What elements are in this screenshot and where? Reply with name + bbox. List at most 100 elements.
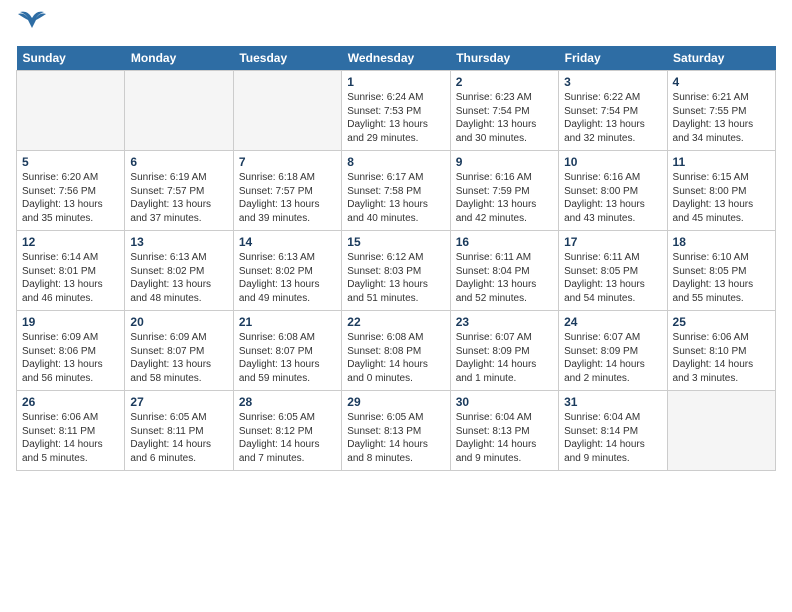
day-number: 8 <box>347 155 444 169</box>
day-info: Sunrise: 6:11 AM Sunset: 8:04 PM Dayligh… <box>456 251 553 305</box>
week-row-5: 26 Sunrise: 6:06 AM Sunset: 8:11 PM Dayli… <box>17 391 776 471</box>
day-info: Sunrise: 6:05 AM Sunset: 8:11 PM Dayligh… <box>130 411 227 465</box>
calendar-cell: 3Sunrise: 6:22 AM Sunset: 7:54 PM Daylig… <box>559 71 667 151</box>
week-row-4: 19 Sunrise: 6:09 AM Sunset: 8:06 PM Dayli… <box>17 311 776 391</box>
day-info: Sunrise: 6:15 AM Sunset: 8:00 PM Dayligh… <box>673 171 770 225</box>
calendar-cell: 26 Sunrise: 6:06 AM Sunset: 8:11 PM Dayli… <box>17 391 125 471</box>
day-number: 1 <box>347 75 444 89</box>
calendar-cell: 13 Sunrise: 6:13 AM Sunset: 8:02 PM Dayli… <box>125 231 233 311</box>
day-info: Sunrise: 6:06 AM Sunset: 8:11 PM Dayligh… <box>22 411 119 465</box>
day-number: 11 <box>673 155 770 169</box>
day-info: Sunrise: 6:05 AM Sunset: 8:12 PM Dayligh… <box>239 411 336 465</box>
day-number: 18 <box>673 235 770 249</box>
header-wednesday: Wednesday <box>342 46 450 71</box>
day-info: Sunrise: 6:07 AM Sunset: 8:09 PM Dayligh… <box>564 331 661 385</box>
calendar-cell: 20 Sunrise: 6:09 AM Sunset: 8:07 PM Dayli… <box>125 311 233 391</box>
calendar-cell: 18 Sunrise: 6:10 AM Sunset: 8:05 PM Dayli… <box>667 231 775 311</box>
calendar-cell: 15 Sunrise: 6:12 AM Sunset: 8:03 PM Dayli… <box>342 231 450 311</box>
calendar-cell <box>233 71 341 151</box>
calendar-cell: 28 Sunrise: 6:05 AM Sunset: 8:12 PM Dayli… <box>233 391 341 471</box>
calendar-cell: 4Sunrise: 6:21 AM Sunset: 7:55 PM Daylig… <box>667 71 775 151</box>
day-info: Sunrise: 6:21 AM Sunset: 7:55 PM Dayligh… <box>673 91 770 145</box>
day-info: Sunrise: 6:10 AM Sunset: 8:05 PM Dayligh… <box>673 251 770 305</box>
calendar-cell: 25 Sunrise: 6:06 AM Sunset: 8:10 PM Dayli… <box>667 311 775 391</box>
day-info: Sunrise: 6:18 AM Sunset: 7:57 PM Dayligh… <box>239 171 336 225</box>
header-sunday: Sunday <box>17 46 125 71</box>
week-row-2: 5Sunrise: 6:20 AM Sunset: 7:56 PM Daylig… <box>17 151 776 231</box>
calendar-table: SundayMondayTuesdayWednesdayThursdayFrid… <box>16 46 776 471</box>
header-row: SundayMondayTuesdayWednesdayThursdayFrid… <box>17 46 776 71</box>
calendar-cell: 11 Sunrise: 6:15 AM Sunset: 8:00 PM Dayli… <box>667 151 775 231</box>
day-info: Sunrise: 6:24 AM Sunset: 7:53 PM Dayligh… <box>347 91 444 145</box>
calendar-cell: 29 Sunrise: 6:05 AM Sunset: 8:13 PM Dayli… <box>342 391 450 471</box>
day-info: Sunrise: 6:09 AM Sunset: 8:06 PM Dayligh… <box>22 331 119 385</box>
day-number: 24 <box>564 315 661 329</box>
day-info: Sunrise: 6:06 AM Sunset: 8:10 PM Dayligh… <box>673 331 770 385</box>
calendar-cell: 16 Sunrise: 6:11 AM Sunset: 8:04 PM Dayli… <box>450 231 558 311</box>
day-info: Sunrise: 6:05 AM Sunset: 8:13 PM Dayligh… <box>347 411 444 465</box>
day-info: Sunrise: 6:09 AM Sunset: 8:07 PM Dayligh… <box>130 331 227 385</box>
day-number: 20 <box>130 315 227 329</box>
calendar-cell <box>125 71 233 151</box>
day-info: Sunrise: 6:04 AM Sunset: 8:13 PM Dayligh… <box>456 411 553 465</box>
day-info: Sunrise: 6:11 AM Sunset: 8:05 PM Dayligh… <box>564 251 661 305</box>
week-row-3: 12 Sunrise: 6:14 AM Sunset: 8:01 PM Dayli… <box>17 231 776 311</box>
calendar-cell: 9 Sunrise: 6:16 AM Sunset: 7:59 PM Daylig… <box>450 151 558 231</box>
day-info: Sunrise: 6:19 AM Sunset: 7:57 PM Dayligh… <box>130 171 227 225</box>
header-friday: Friday <box>559 46 667 71</box>
day-number: 23 <box>456 315 553 329</box>
header-thursday: Thursday <box>450 46 558 71</box>
calendar-cell <box>17 71 125 151</box>
day-info: Sunrise: 6:12 AM Sunset: 8:03 PM Dayligh… <box>347 251 444 305</box>
day-number: 29 <box>347 395 444 409</box>
day-number: 5 <box>22 155 119 169</box>
day-number: 27 <box>130 395 227 409</box>
day-info: Sunrise: 6:17 AM Sunset: 7:58 PM Dayligh… <box>347 171 444 225</box>
calendar-cell: 6Sunrise: 6:19 AM Sunset: 7:57 PM Daylig… <box>125 151 233 231</box>
day-number: 12 <box>22 235 119 249</box>
day-info: Sunrise: 6:13 AM Sunset: 8:02 PM Dayligh… <box>239 251 336 305</box>
day-info: Sunrise: 6:13 AM Sunset: 8:02 PM Dayligh… <box>130 251 227 305</box>
day-number: 9 <box>456 155 553 169</box>
calendar-cell: 14 Sunrise: 6:13 AM Sunset: 8:02 PM Dayli… <box>233 231 341 311</box>
calendar-cell: 23 Sunrise: 6:07 AM Sunset: 8:09 PM Dayli… <box>450 311 558 391</box>
logo <box>16 16 46 38</box>
day-number: 13 <box>130 235 227 249</box>
day-number: 26 <box>22 395 119 409</box>
day-number: 30 <box>456 395 553 409</box>
day-number: 7 <box>239 155 336 169</box>
logo-bird-icon <box>18 8 46 28</box>
calendar-cell: 24 Sunrise: 6:07 AM Sunset: 8:09 PM Dayli… <box>559 311 667 391</box>
day-number: 31 <box>564 395 661 409</box>
header-tuesday: Tuesday <box>233 46 341 71</box>
day-number: 22 <box>347 315 444 329</box>
day-info: Sunrise: 6:14 AM Sunset: 8:01 PM Dayligh… <box>22 251 119 305</box>
calendar-cell: 7 Sunrise: 6:18 AM Sunset: 7:57 PM Daylig… <box>233 151 341 231</box>
calendar-cell: 10 Sunrise: 6:16 AM Sunset: 8:00 PM Dayli… <box>559 151 667 231</box>
calendar-cell: 21Sunrise: 6:08 AM Sunset: 8:07 PM Dayli… <box>233 311 341 391</box>
day-number: 10 <box>564 155 661 169</box>
day-info: Sunrise: 6:16 AM Sunset: 8:00 PM Dayligh… <box>564 171 661 225</box>
day-number: 25 <box>673 315 770 329</box>
day-info: Sunrise: 6:16 AM Sunset: 7:59 PM Dayligh… <box>456 171 553 225</box>
calendar-cell: 19 Sunrise: 6:09 AM Sunset: 8:06 PM Dayli… <box>17 311 125 391</box>
day-number: 2 <box>456 75 553 89</box>
week-row-1: 1 Sunrise: 6:24 AM Sunset: 7:53 PM Daylig… <box>17 71 776 151</box>
day-number: 15 <box>347 235 444 249</box>
day-info: Sunrise: 6:08 AM Sunset: 8:07 PM Dayligh… <box>239 331 336 385</box>
day-number: 28 <box>239 395 336 409</box>
day-number: 14 <box>239 235 336 249</box>
day-number: 3 <box>564 75 661 89</box>
calendar-cell: 22Sunrise: 6:08 AM Sunset: 8:08 PM Dayli… <box>342 311 450 391</box>
day-number: 19 <box>22 315 119 329</box>
calendar-cell: 17Sunrise: 6:11 AM Sunset: 8:05 PM Dayli… <box>559 231 667 311</box>
day-number: 16 <box>456 235 553 249</box>
page-header <box>16 16 776 38</box>
calendar-cell: 30 Sunrise: 6:04 AM Sunset: 8:13 PM Dayli… <box>450 391 558 471</box>
day-info: Sunrise: 6:04 AM Sunset: 8:14 PM Dayligh… <box>564 411 661 465</box>
calendar-cell: 1 Sunrise: 6:24 AM Sunset: 7:53 PM Daylig… <box>342 71 450 151</box>
header-saturday: Saturday <box>667 46 775 71</box>
day-info: Sunrise: 6:07 AM Sunset: 8:09 PM Dayligh… <box>456 331 553 385</box>
calendar-cell: 27 Sunrise: 6:05 AM Sunset: 8:11 PM Dayli… <box>125 391 233 471</box>
calendar-cell: 12 Sunrise: 6:14 AM Sunset: 8:01 PM Dayli… <box>17 231 125 311</box>
